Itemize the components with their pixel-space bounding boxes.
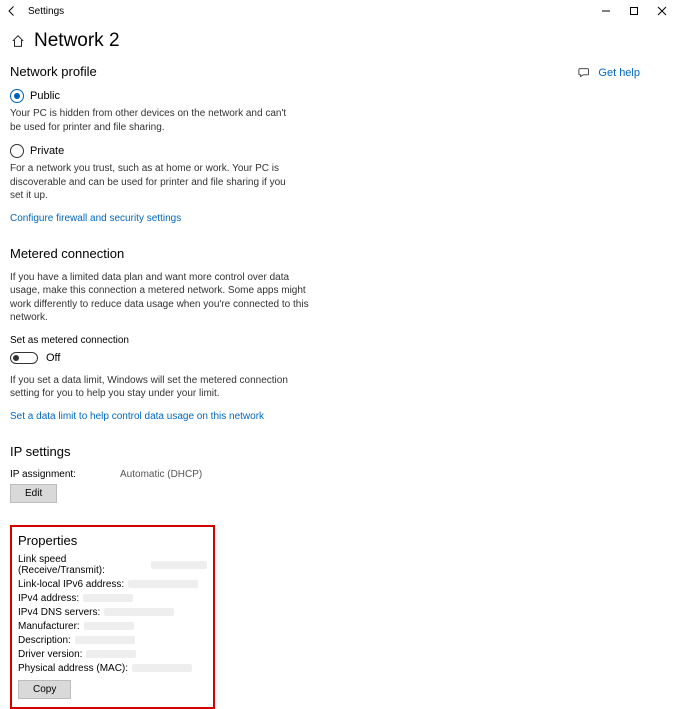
redacted-value: [104, 608, 174, 616]
get-help-link[interactable]: Get help: [578, 64, 640, 82]
page-header: Network 2: [0, 22, 680, 64]
ip-settings-section: IP settings IP assignment: Automatic (DH…: [10, 444, 400, 503]
redacted-value: [128, 580, 198, 588]
maximize-button[interactable]: [620, 1, 648, 21]
private-description: For a network you trust, such as at home…: [10, 162, 295, 203]
window-title: Settings: [28, 6, 64, 17]
property-row: Driver version:: [18, 649, 207, 660]
window-controls: [592, 1, 676, 21]
ip-assignment-value: Automatic (DHCP): [120, 469, 202, 480]
radio-icon: [10, 144, 24, 158]
redacted-value: [83, 594, 133, 602]
public-description: Your PC is hidden from other devices on …: [10, 107, 295, 134]
section-heading: Metered connection: [10, 246, 400, 261]
redacted-value: [151, 561, 207, 569]
side-column: Get help: [400, 64, 670, 709]
radio-public[interactable]: Public: [10, 89, 400, 103]
close-button[interactable]: [648, 1, 676, 21]
metered-section: Metered connection If you have a limited…: [10, 246, 400, 422]
copy-button[interactable]: Copy: [18, 680, 71, 699]
edit-button[interactable]: Edit: [10, 484, 57, 503]
main-column: Network profile Public Your PC is hidden…: [10, 64, 400, 709]
toggle-caption: Set as metered connection: [10, 335, 400, 346]
redacted-value: [86, 650, 136, 658]
redacted-value: [132, 664, 192, 672]
network-profile-section: Network profile Public Your PC is hidden…: [10, 64, 400, 224]
metered-toggle-row: Off: [10, 352, 400, 364]
property-row: IPv4 DNS servers:: [18, 607, 207, 618]
page-title: Network 2: [34, 30, 120, 52]
property-row: Link-local IPv6 address:: [18, 579, 207, 590]
properties-heading: Properties: [18, 533, 207, 548]
minimize-button[interactable]: [592, 1, 620, 21]
properties-highlight: Properties Link speed (Receive/Transmit)…: [10, 525, 215, 709]
property-row: Link speed (Receive/Transmit):: [18, 554, 207, 576]
limit-description: If you set a data limit, Windows will se…: [10, 374, 295, 401]
radio-private[interactable]: Private: [10, 144, 400, 158]
toggle-state: Off: [46, 352, 60, 364]
content-area: Network profile Public Your PC is hidden…: [0, 64, 680, 709]
property-row: IPv4 address:: [18, 593, 207, 604]
metered-toggle[interactable]: [10, 352, 38, 364]
data-limit-link[interactable]: Set a data limit to help control data us…: [10, 411, 400, 422]
firewall-link[interactable]: Configure firewall and security settings: [10, 213, 400, 224]
redacted-value: [84, 622, 134, 630]
radio-icon: [10, 89, 24, 103]
metered-description: If you have a limited data plan and want…: [10, 271, 310, 325]
ip-assignment-label: IP assignment:: [10, 469, 120, 480]
home-icon[interactable]: [10, 33, 26, 49]
help-icon: [578, 66, 592, 80]
section-heading: IP settings: [10, 444, 400, 459]
redacted-value: [75, 636, 135, 644]
radio-label: Private: [30, 145, 64, 157]
radio-label: Public: [30, 90, 60, 102]
property-row: Physical address (MAC):: [18, 663, 207, 674]
back-button[interactable]: [4, 3, 20, 19]
property-row: Manufacturer:: [18, 621, 207, 632]
ip-assignment-row: IP assignment: Automatic (DHCP): [10, 469, 400, 480]
section-heading: Network profile: [10, 64, 400, 79]
titlebar: Settings: [0, 0, 680, 22]
help-label: Get help: [598, 67, 640, 79]
